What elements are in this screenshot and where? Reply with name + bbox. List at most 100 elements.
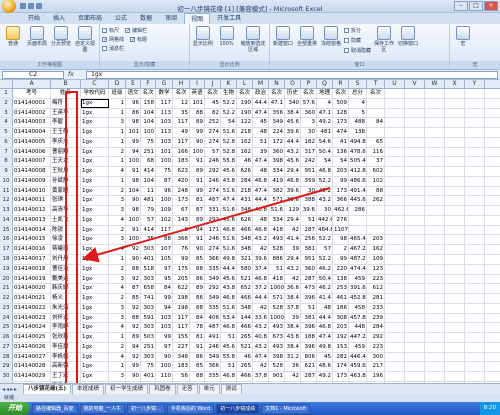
row-header[interactable]: 26 [0,333,13,342]
cell[interactable]: 1gx [81,167,109,176]
cell[interactable]: 2 [109,225,126,235]
cell[interactable]: 103 [156,323,173,333]
cell[interactable]: 622 [173,284,190,294]
cell[interactable]: 431 [237,196,253,206]
cell[interactable]: 203 [367,235,385,245]
cell[interactable]: 44.4 [253,196,269,206]
sheet-nav-arrows[interactable]: ◂◂▸▸ [0,386,22,393]
cell[interactable]: 493 [269,323,285,333]
cell[interactable] [445,118,465,128]
cell[interactable]: 014140020 [13,284,51,294]
cell[interactable]: 321 [237,255,253,264]
cell[interactable]: 274 [205,137,221,147]
cell[interactable] [465,245,485,255]
row-header[interactable]: 30 [0,372,13,381]
cell[interactable]: 46.8 [253,225,269,235]
cell[interactable]: 014140028 [13,362,51,372]
cell[interactable] [405,372,425,381]
cell[interactable]: 54.6 [317,137,333,147]
cell[interactable]: 51 [253,137,269,147]
cell[interactable]: 014140025 [13,333,51,342]
cell[interactable]: 46.8 [221,294,237,303]
cell[interactable]: 292 [205,215,221,225]
cell[interactable] [465,167,485,176]
cell[interactable]: 86 [126,108,141,118]
cell[interactable]: 348 [237,303,253,313]
cell[interactable] [425,323,445,333]
cell[interactable]: 94 [126,342,141,352]
cell[interactable] [445,137,465,147]
cell[interactable] [465,333,485,342]
cell[interactable]: 38.4 [285,108,301,118]
cell[interactable]: 88 [367,186,385,196]
close-button[interactable]: × [484,1,498,11]
cell[interactable] [405,333,425,342]
cell[interactable]: 英语 [190,89,205,98]
cell[interactable] [367,108,385,118]
column-header-E[interactable]: E [126,80,141,88]
cell[interactable]: 171 [205,225,221,235]
cell[interactable] [425,167,445,176]
cell[interactable]: 47.1 [317,108,333,118]
taskbar-item[interactable]: 我的电脑_一人牛 [79,403,126,414]
cell[interactable]: 136 [333,147,349,157]
cell[interactable]: 地理 [317,89,333,98]
cell[interactable]: 014140027 [13,352,51,362]
cell[interactable]: 218 [237,128,253,137]
column-header-C[interactable]: C [81,80,109,88]
cell[interactable]: 162 [367,245,385,255]
cell[interactable] [349,215,367,225]
cell[interactable] [425,274,445,284]
cell[interactable]: 91 [190,176,205,186]
taskbar-item[interactable]: 初一八步镜成绩 [216,403,260,414]
cell[interactable]: 172 [269,137,285,147]
row-header[interactable]: 1 [0,89,13,98]
cell[interactable]: 2 [109,342,126,352]
cell[interactable] [405,196,425,206]
cell[interactable]: 90 [126,196,141,206]
cell[interactable]: 303 [141,274,156,284]
cell[interactable]: 89 [190,167,205,176]
column-header-H[interactable]: H [173,80,190,88]
cell[interactable]: 92 [126,323,141,333]
sheet-tab[interactable]: 单元 [198,383,220,395]
column-header-V[interactable]: V [405,80,425,88]
cell[interactable]: 110 [156,372,173,381]
tab-6[interactable]: 视图 [184,13,211,24]
cell[interactable] [385,362,405,372]
cell[interactable]: 109 [156,206,173,215]
cell[interactable]: 39.6 [285,196,301,206]
cell[interactable]: 81 [190,196,205,206]
cell[interactable] [445,264,465,274]
cell[interactable]: 446.4 [349,352,367,362]
cell[interactable]: 39 [285,245,301,255]
cell[interactable] [445,147,465,157]
cell[interactable]: 42 [285,372,301,381]
cell[interactable] [367,215,385,225]
cell[interactable]: 4 [109,245,126,255]
column-header-P[interactable]: P [301,80,317,88]
cell[interactable]: 90 [126,255,141,264]
tab-0[interactable]: 开始 [22,13,46,24]
cell[interactable]: 37 [367,157,385,167]
row-header[interactable]: 21 [0,284,13,294]
cell[interactable] [385,352,405,362]
cell[interactable]: 174 [333,362,349,372]
cell[interactable] [465,89,485,98]
cell[interactable]: 36.6 [285,284,301,294]
cell[interactable]: 265 [237,362,253,372]
cell[interactable]: 100 [126,215,141,225]
cell[interactable]: 418 [269,225,285,235]
cell[interactable] [405,98,425,108]
cell[interactable]: 109 [367,255,385,264]
cell[interactable] [405,323,425,333]
cell[interactable]: 356 [269,108,285,118]
cell[interactable]: 173 [333,118,349,128]
cell[interactable]: 1gx [81,352,109,362]
cell[interactable] [385,215,405,225]
cell[interactable]: 75 [156,167,173,176]
cell[interactable]: 198 [173,303,190,313]
cell[interactable]: 162 [237,147,253,157]
cell[interactable]: 381 [301,245,317,255]
cell[interactable]: 1 [109,137,126,147]
